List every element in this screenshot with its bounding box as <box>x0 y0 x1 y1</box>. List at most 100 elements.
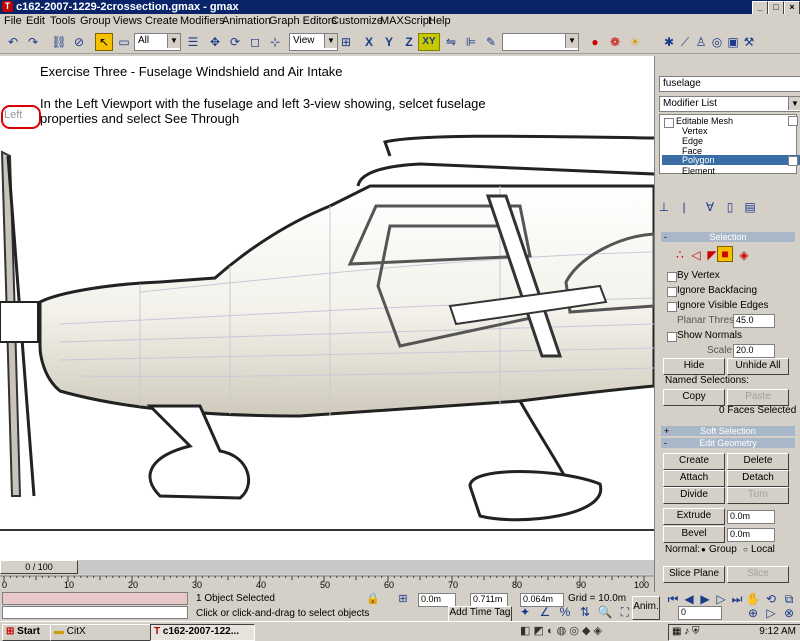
tray-icon-1[interactable]: ◧ <box>520 625 530 637</box>
zoom-viewport-icon[interactable]: 🔍 <box>596 603 614 621</box>
menu-modifiers[interactable]: Modifiers <box>180 15 225 27</box>
detach-button[interactable]: Detach <box>727 470 789 487</box>
select-by-name-icon[interactable]: ☰ <box>184 33 202 51</box>
by-vertex-checkbox[interactable] <box>667 272 677 282</box>
selection-filter-dropdown[interactable]: All ▼ <box>134 33 181 51</box>
turn-button[interactable]: Turn <box>727 487 789 504</box>
menu-customize[interactable]: Customize <box>331 15 383 27</box>
ignore-visible-edges-checkbox[interactable] <box>667 302 677 312</box>
local-radio[interactable]: ○ <box>743 545 748 554</box>
render-quick-icon[interactable]: ☀ <box>626 33 644 51</box>
x-coordinate-field[interactable]: 0.0m <box>418 593 456 607</box>
restrict-x-button[interactable]: X <box>360 33 378 51</box>
attach-button[interactable]: Attach <box>663 470 725 487</box>
paste-button[interactable]: Paste <box>727 389 789 406</box>
align-icon[interactable]: ⊫ <box>462 33 480 51</box>
selection-rollout-header[interactable]: - Selection <box>661 232 795 242</box>
absolute-mode-icon[interactable]: ⊞ <box>394 590 412 608</box>
material-editor-icon[interactable]: ● <box>586 33 604 51</box>
walk-through-icon[interactable]: ⊗ <box>780 604 798 622</box>
polygon-subobject-icon[interactable]: ■ <box>717 246 733 262</box>
ignore-backfacing-checkbox[interactable] <box>667 287 677 297</box>
move-icon[interactable]: ✥ <box>206 33 224 51</box>
menu-create[interactable]: Create <box>145 15 178 27</box>
antivirus-icon[interactable]: ⛨ <box>692 626 700 637</box>
menu-help[interactable]: Help <box>428 15 451 27</box>
restrict-xy-button[interactable]: XY <box>418 33 440 51</box>
track-bar[interactable]: 0 10 20 30 40 50 60 70 80 90 100 <box>0 574 654 592</box>
tray-icon-4[interactable]: ◍ <box>557 625 567 637</box>
tray-icon-6[interactable]: ◆ <box>582 625 590 637</box>
lock-selection-icon[interactable]: 🔒 <box>364 590 382 608</box>
group-radio[interactable]: ● <box>701 545 706 554</box>
menu-group[interactable]: Group <box>80 15 111 27</box>
show-normals-checkbox[interactable] <box>667 332 677 342</box>
divide-button[interactable]: Divide <box>663 487 725 504</box>
stack-expand-toggle[interactable] <box>664 118 674 128</box>
make-unique-icon[interactable]: ∀ <box>701 198 719 216</box>
object-name-field[interactable]: fuselage <box>659 76 800 92</box>
rotate-icon[interactable]: ⟳ <box>226 33 244 51</box>
menu-file[interactable]: File <box>4 15 22 27</box>
select-object-icon[interactable]: ↖ <box>95 33 113 51</box>
angle-snap-icon[interactable]: ∠ <box>536 603 554 621</box>
field-of-view-icon[interactable]: ▷ <box>762 604 780 622</box>
delete-button[interactable]: Delete <box>727 453 789 470</box>
pivot-center-icon[interactable]: ⊞ <box>337 33 355 51</box>
modifier-list-dropdown[interactable]: Modifier List ▼ <box>659 96 800 112</box>
redo-icon[interactable]: ↷ <box>24 33 42 51</box>
named-selection-icon[interactable]: ✎ <box>482 33 500 51</box>
bevel-button[interactable]: Bevel <box>663 526 725 543</box>
restrict-z-button[interactable]: Z <box>400 33 418 51</box>
stack-polygon[interactable]: Polygon <box>662 155 800 165</box>
maximize-button[interactable]: □ <box>768 1 784 15</box>
animate-button[interactable]: Anim. <box>632 596 660 620</box>
volume-icon[interactable]: ♪ <box>684 626 689 637</box>
configure-sets-icon[interactable]: ▤ <box>741 198 759 216</box>
unlink-icon[interactable]: ⊘ <box>70 33 88 51</box>
named-selection-dropdown[interactable]: ▼ <box>502 33 579 51</box>
menu-edit[interactable]: Edit <box>26 15 45 27</box>
maxscript-listener-mini[interactable] <box>2 592 188 605</box>
stack-element[interactable]: Element <box>682 166 715 176</box>
close-button[interactable]: × <box>784 1 800 15</box>
mirror-icon[interactable]: ⇋ <box>442 33 460 51</box>
y-coordinate-field[interactable]: 0.711m <box>470 593 508 607</box>
start-button[interactable]: ⊞ Start <box>2 624 51 641</box>
spinner-snap-icon[interactable]: ⇅ <box>576 603 594 621</box>
time-slider-thumb[interactable]: 0 / 100 <box>0 560 78 574</box>
minimize-button[interactable]: _ <box>752 1 768 15</box>
show-end-result-icon[interactable]: | <box>675 198 693 216</box>
maxscript-input[interactable] <box>2 606 188 619</box>
stack-edge[interactable]: Edge <box>682 136 703 146</box>
pin-stack-icon[interactable]: ⊥ <box>655 198 673 216</box>
gmax-app-icon[interactable]: T <box>2 1 13 12</box>
restrict-y-button[interactable]: Y <box>380 33 398 51</box>
add-time-tag-button[interactable]: Add Time Tag <box>448 606 512 622</box>
hide-button[interactable]: Hide <box>663 358 725 375</box>
reference-coord-dropdown[interactable]: View ▼ <box>289 33 338 51</box>
zoom-region-icon[interactable]: ⊕ <box>744 604 762 622</box>
element-subobject-icon[interactable]: ◈ <box>735 246 753 264</box>
current-frame-field[interactable]: 0 <box>678 606 722 620</box>
pivot-icon[interactable]: ⊹ <box>266 33 284 51</box>
remove-modifier-icon[interactable]: ▯ <box>721 198 739 216</box>
menu-views[interactable]: Views <box>113 15 142 27</box>
percent-snap-icon[interactable]: % <box>556 603 574 621</box>
time-slider[interactable]: 0 / 100 <box>0 560 654 574</box>
network-icon[interactable]: ▦ <box>672 626 681 637</box>
polygon-toggle[interactable] <box>788 156 798 166</box>
tray-icon-7[interactable]: ◈ <box>594 625 602 637</box>
tray-icon-5[interactable]: ◎ <box>569 625 579 637</box>
edit-geometry-rollout-header[interactable]: - Edit Geometry <box>661 438 795 448</box>
tray-icon-3[interactable]: ◐ <box>547 625 554 637</box>
create-button[interactable]: Create <box>663 453 725 470</box>
link-icon[interactable]: ⛓ <box>50 33 68 51</box>
bevel-spinner[interactable]: 0.0m <box>727 528 775 542</box>
menu-maxscript[interactable]: MAXScript <box>380 15 432 27</box>
clock[interactable]: 9:12 AM <box>759 625 796 638</box>
utilities-panel-icon[interactable]: ⚒ <box>740 33 758 51</box>
snap-toggle-icon[interactable]: ✦ <box>516 603 534 621</box>
scale-spinner[interactable]: 20.0 <box>733 344 775 358</box>
taskbar-item-citx[interactable]: ▬ CitX <box>50 624 151 641</box>
